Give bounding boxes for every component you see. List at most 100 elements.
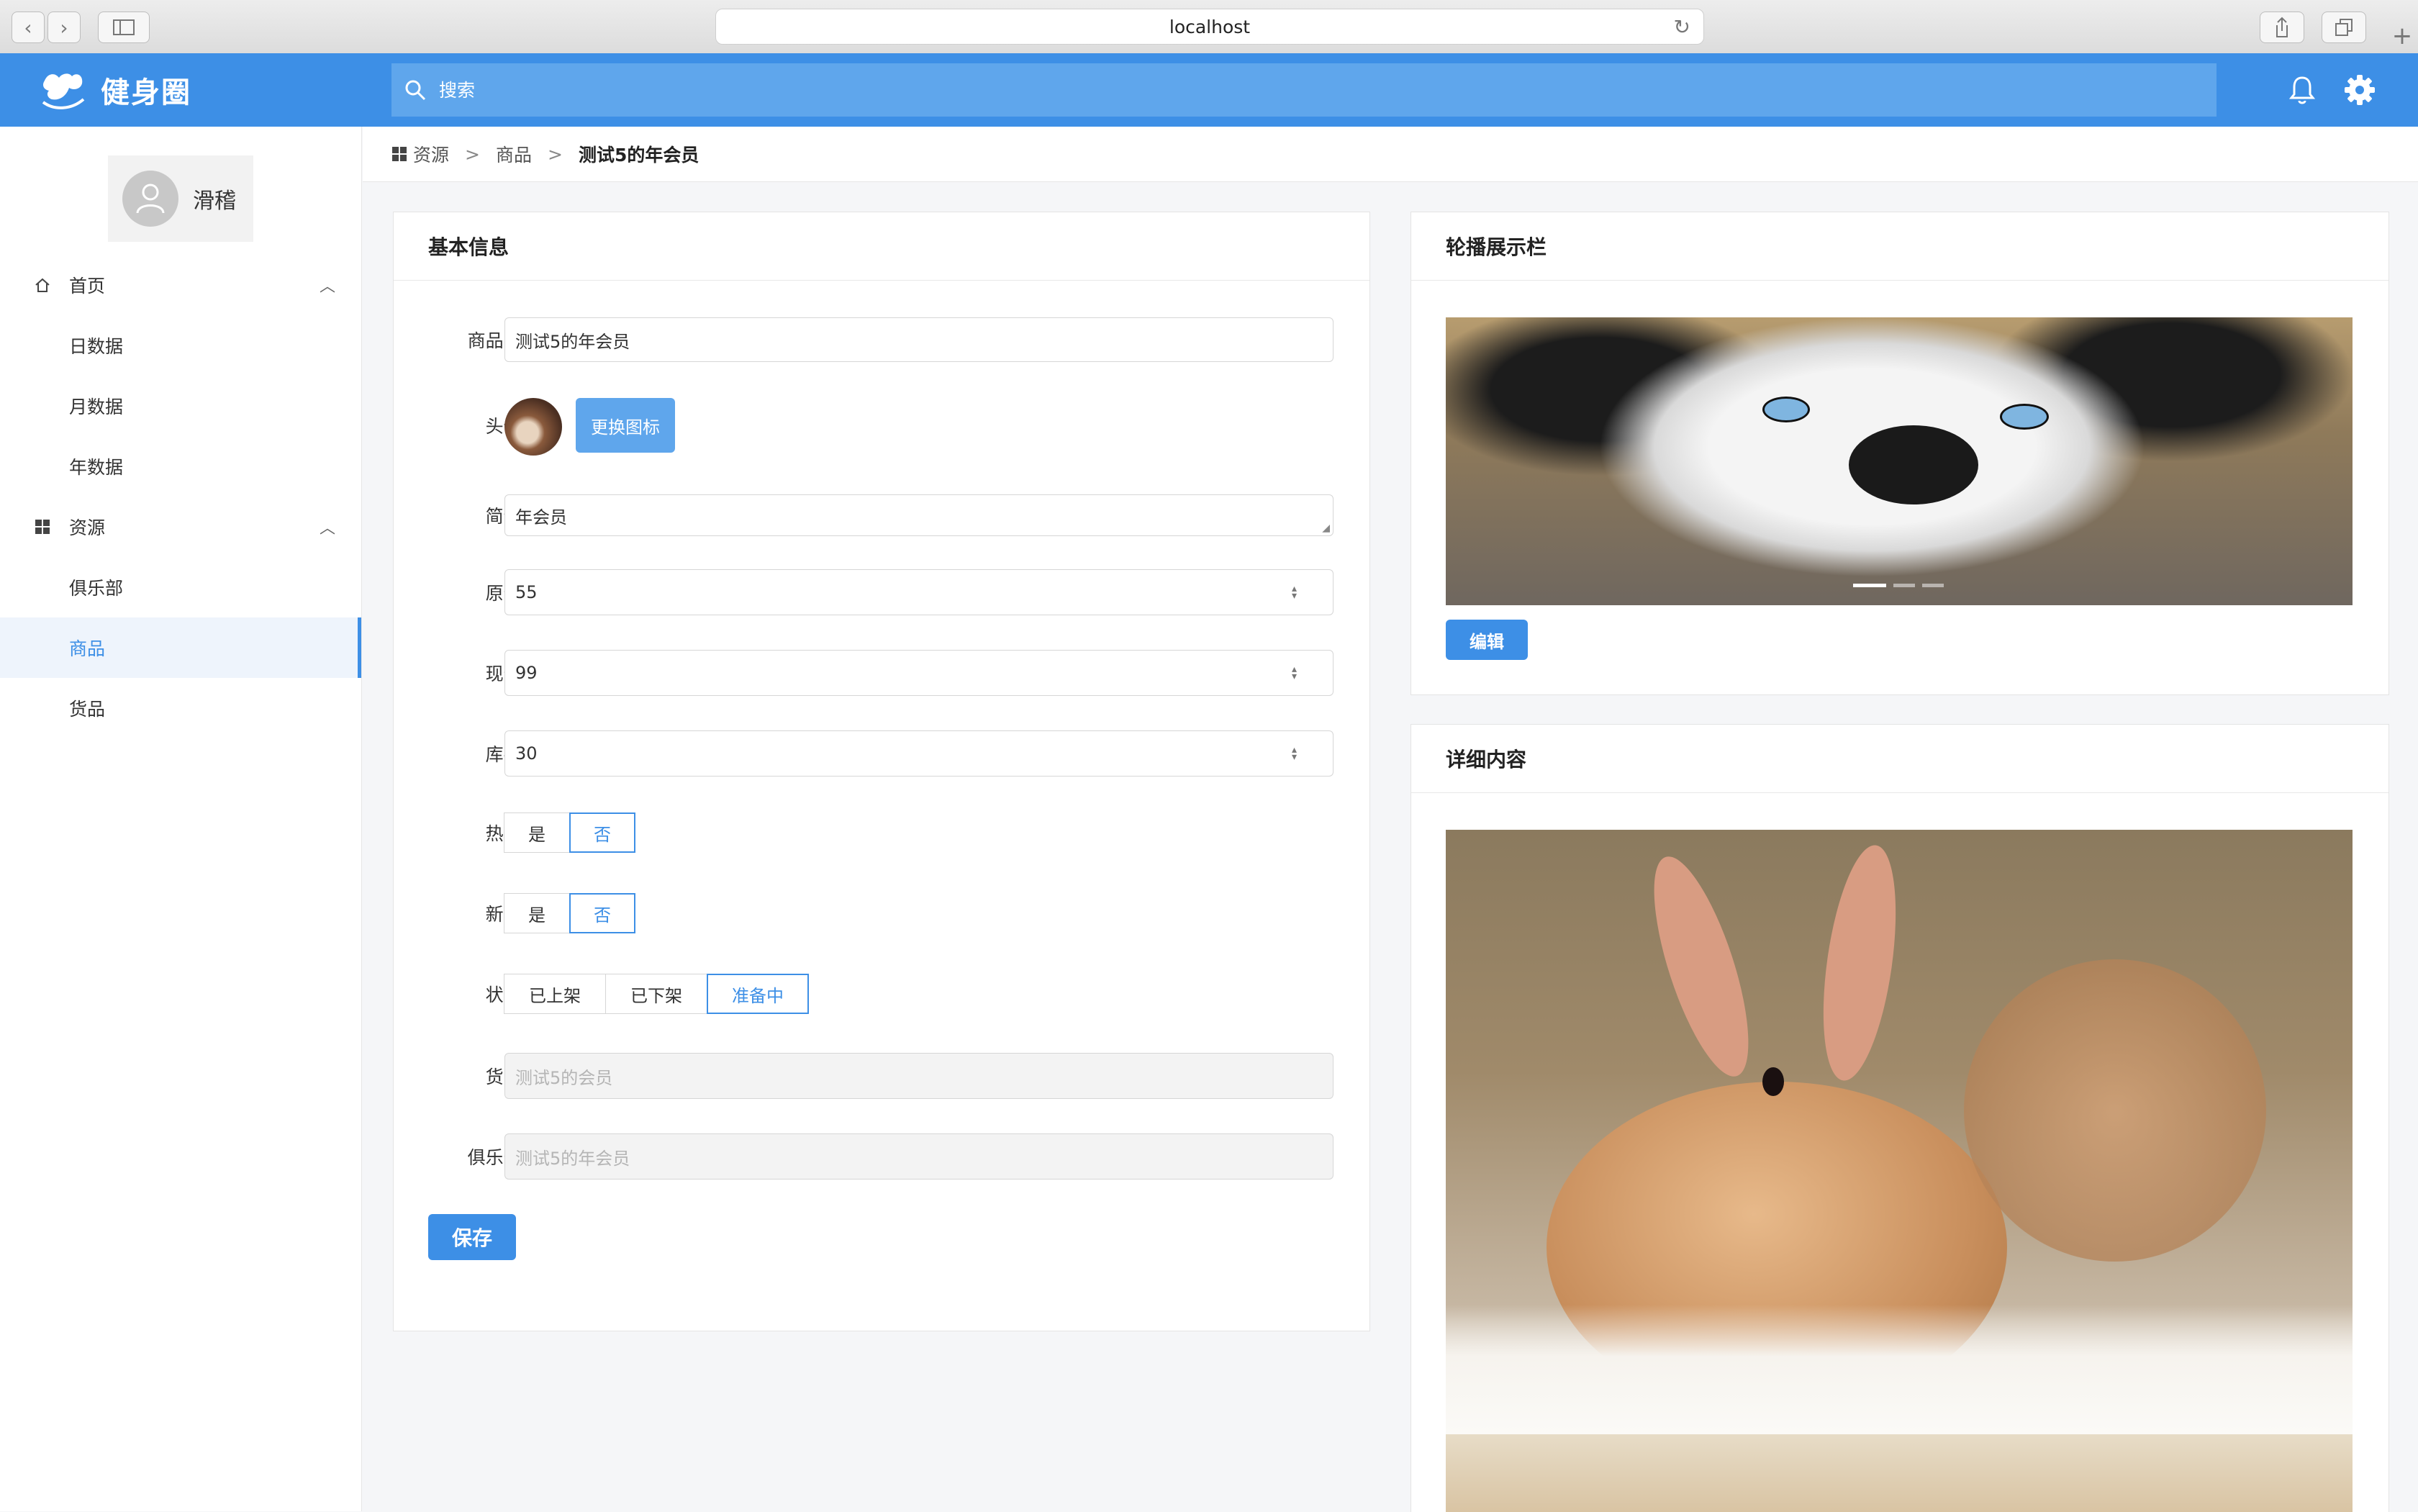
user-name: 滑稽	[193, 189, 236, 214]
sidebar-group-home[interactable]: 首页 ︿	[0, 255, 361, 315]
app-header: 健身圈	[0, 53, 2418, 127]
share-button[interactable]	[2260, 12, 2304, 43]
url-text: localhost	[1169, 16, 1251, 37]
bell-icon[interactable]	[2286, 73, 2319, 107]
sidebar-toggle-button[interactable]	[98, 12, 150, 43]
muscle-logo-icon	[42, 73, 85, 109]
edit-carousel-button[interactable]: 编辑	[1446, 620, 1528, 660]
stock-input[interactable]: 30 ▴ ▾	[504, 730, 1333, 777]
avatar	[122, 171, 178, 227]
new-tab-icon[interactable]: +	[2386, 22, 2418, 53]
breadcrumb-separator: >	[547, 143, 563, 165]
sidebar-item-daily[interactable]: 日数据	[0, 315, 361, 376]
background-rabbit	[1964, 959, 2266, 1262]
breadcrumb-item-resources[interactable]: 资源	[413, 141, 449, 167]
save-button[interactable]: 保存	[428, 1214, 516, 1260]
form-row-intro: 简介: 年会员 ◢	[394, 494, 1369, 536]
sidebar-item-label: 商品	[69, 638, 106, 659]
status-listed-button[interactable]: 已上架	[504, 974, 606, 1014]
form-row-avatar: 头像: 更换图标	[394, 397, 1369, 456]
tabs-button[interactable]	[2322, 12, 2366, 43]
form-row-name: 商品名: 测试5的年会员	[394, 317, 1369, 362]
status-preparing-button[interactable]: 准备中	[707, 974, 809, 1014]
browser-toolbar: ‹ › localhost ↻ +	[0, 0, 2418, 54]
carousel-indicators	[1853, 584, 1944, 587]
status-toggle-group: 已上架 已下架 准备中	[504, 974, 809, 1014]
product-avatar-image	[504, 398, 562, 456]
search-icon	[405, 80, 426, 101]
search-bar[interactable]	[391, 63, 2216, 117]
dog-eye-left	[1762, 397, 1810, 422]
breadcrumb-current: 测试5的年会员	[578, 145, 699, 166]
app-name: 健身圈	[101, 76, 191, 109]
form-row-new: 新品: 是 否	[394, 893, 1369, 933]
form-row-current-price: 现价: 99 ▴▾	[394, 650, 1369, 696]
form-row-club: 俱乐部: 测试5的年会员	[394, 1133, 1369, 1180]
grid-icon	[392, 147, 407, 161]
sidebar-item-label: 俱乐部	[69, 578, 124, 599]
sidebar-item-label: 年数据	[69, 457, 124, 478]
breadcrumb: 资源 > 商品 > 测试5的年会员	[363, 127, 2418, 182]
hot-no-button[interactable]: 否	[569, 812, 635, 853]
current-price-value: 99	[515, 663, 538, 683]
forward-button[interactable]: ›	[47, 12, 81, 43]
panel-title: 轮播展示栏	[1411, 212, 2388, 281]
stepper-icon[interactable]: ▴ ▾	[1292, 584, 1297, 601]
user-card[interactable]: 滑稽	[108, 155, 253, 242]
carousel-dot[interactable]	[1922, 584, 1944, 587]
reload-icon[interactable]: ↻	[1674, 15, 1690, 39]
sidebar-item-goods[interactable]: 货品	[0, 678, 361, 738]
home-icon	[35, 278, 50, 292]
breadcrumb-item-products[interactable]: 商品	[496, 141, 532, 167]
tabs-icon	[2335, 19, 2353, 36]
resize-handle-icon[interactable]: ◢	[1322, 522, 1330, 534]
stock-value: 30	[515, 743, 538, 764]
dog-eye-right	[2000, 404, 2049, 430]
sidebar-group-label: 资源	[69, 517, 106, 538]
hot-yes-button[interactable]: 是	[504, 812, 570, 853]
new-toggle-group: 是 否	[504, 893, 635, 933]
form-row-status: 状态: 已上架 已下架 准备中	[394, 974, 1369, 1014]
sidebar-group-resources[interactable]: 资源 ︿	[0, 497, 361, 557]
stepper-icon[interactable]: ▴ ▾	[1292, 664, 1297, 682]
club-input[interactable]: 测试5的年会员	[504, 1133, 1333, 1180]
basic-info-panel: 基本信息 商品名: 测试5的年会员 头像: 更换图标 简介: 年会员 ◢ 原价:…	[393, 212, 1370, 1331]
carousel-dot[interactable]	[1893, 584, 1915, 587]
panel-title: 详细内容	[1411, 725, 2388, 793]
form-row-stock: 库存: 30 ▴▾	[394, 730, 1369, 777]
intro-textarea[interactable]: 年会员 ◢	[504, 494, 1333, 536]
gear-icon[interactable]	[2343, 73, 2376, 107]
hot-toggle-group: 是 否	[504, 812, 635, 853]
sidebar: 滑稽 首页 ︿ 日数据 月数据 年数据 资源 ︿ 俱乐部 商品 货品	[0, 127, 362, 1511]
detail-image	[1446, 830, 2353, 1434]
carousel-dot[interactable]	[1853, 584, 1886, 587]
new-no-button[interactable]: 否	[569, 893, 635, 933]
sidebar-item-products[interactable]: 商品	[0, 617, 361, 678]
original-price-input[interactable]: 55 ▴ ▾	[504, 569, 1333, 615]
sidebar-item-yearly[interactable]: 年数据	[0, 436, 361, 497]
panel-title: 基本信息	[394, 212, 1369, 281]
status-delisted-button[interactable]: 已下架	[605, 974, 707, 1014]
rabbit-eye	[1762, 1067, 1784, 1096]
new-yes-button[interactable]: 是	[504, 893, 570, 933]
address-bar[interactable]: localhost ↻	[715, 9, 1704, 45]
share-icon	[2276, 17, 2288, 37]
rabbit-ear-left	[1634, 846, 1768, 1087]
chevron-up-icon: ︿	[320, 278, 336, 296]
sidebar-item-monthly[interactable]: 月数据	[0, 376, 361, 436]
stepper-icon[interactable]: ▴ ▾	[1292, 745, 1297, 762]
sidebar-item-label: 日数据	[69, 336, 124, 357]
change-icon-button[interactable]: 更换图标	[576, 398, 675, 453]
sidebar-item-label: 月数据	[69, 397, 124, 417]
goods-input[interactable]: 测试5的会员	[504, 1053, 1333, 1099]
carousel-image[interactable]	[1446, 317, 2353, 605]
chevron-up-icon: ︿	[320, 520, 336, 538]
current-price-input[interactable]: 99 ▴ ▾	[504, 650, 1333, 696]
sidebar-group-label: 首页	[69, 276, 106, 296]
sidebar-icon	[113, 19, 135, 35]
search-input[interactable]	[438, 78, 2168, 101]
sidebar-item-clubs[interactable]: 俱乐部	[0, 557, 361, 617]
form-row-goods: 货品: 测试5的会员	[394, 1053, 1369, 1099]
product-name-input[interactable]: 测试5的年会员	[504, 317, 1333, 362]
back-button[interactable]: ‹	[12, 12, 45, 43]
